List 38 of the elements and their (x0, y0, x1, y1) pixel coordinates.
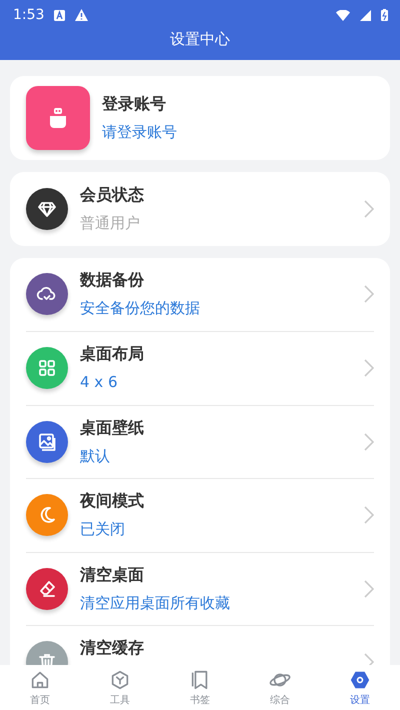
item-subtitle: 已关闭 (80, 519, 126, 540)
signal-icon (360, 10, 371, 20)
chevron-icon (364, 580, 374, 598)
chevron-icon (364, 359, 374, 378)
battery-icon (381, 9, 388, 21)
item-subtitle: 4 x 6 (80, 372, 118, 394)
nav-tab[interactable]: 设置 (320, 665, 400, 710)
login-title: 登录账号 (102, 93, 167, 114)
settings-item[interactable]: 夜间模式 已关闭 (26, 478, 374, 552)
settings-item[interactable]: 桌面壁纸 默认 (26, 404, 374, 478)
cube-icon (109, 668, 131, 690)
warning-icon (75, 9, 88, 21)
member-status: 普通用户 (80, 212, 141, 234)
chevron-icon (364, 506, 374, 524)
item-title: 夜间模式 (80, 490, 145, 512)
chevron-icon (364, 285, 374, 304)
login-link[interactable]: 请登录账号 (102, 122, 374, 143)
chevron-icon (364, 432, 374, 451)
settings-item[interactable]: 数据备份 安全备份您的数据 (26, 258, 374, 331)
notification-icon (54, 10, 66, 20)
item-title: 清空桌面 (80, 564, 145, 585)
member-title: 会员状态 (80, 184, 145, 205)
item-subtitle: 安全备份您的数据 (80, 298, 201, 320)
item-title: 桌面壁纸 (80, 416, 145, 438)
settings-item[interactable]: 桌面布局 4 x 6 (26, 331, 374, 404)
chevron-icon (364, 200, 374, 218)
robot-icon (26, 86, 90, 150)
item-title: 清空缓存 (80, 637, 145, 658)
item-subtitle: 清空应用桌面所有收藏 (80, 592, 231, 614)
login-card[interactable]: 登录账号 请登录账号 (10, 76, 390, 160)
page-title: 设置中心 (170, 30, 230, 49)
item-title: 桌面布局 (80, 343, 145, 364)
member-card[interactable]: 会员状态 普通用户 (10, 172, 390, 246)
settings-item[interactable]: 清空桌面 清空应用桌面所有收藏 (26, 552, 374, 625)
status-time: 1:53 (13, 7, 44, 23)
item-title: 数据备份 (80, 269, 145, 290)
wifi-icon (336, 10, 350, 20)
item-subtitle: 默认 (80, 446, 111, 467)
